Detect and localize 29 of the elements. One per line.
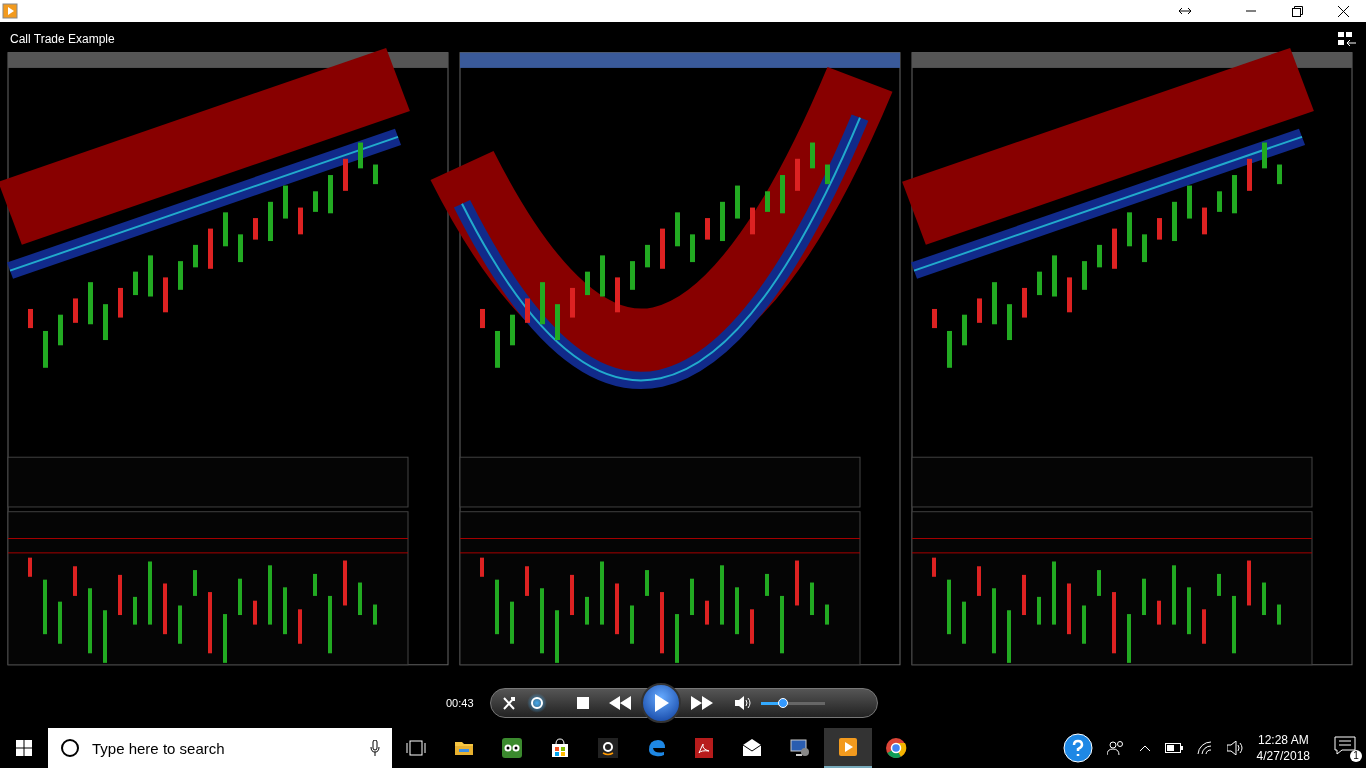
playback-time: 00:43	[446, 697, 475, 709]
notification-count: 1	[1350, 750, 1362, 762]
volume-slider[interactable]	[761, 701, 825, 705]
help-icon[interactable]	[1062, 733, 1093, 763]
repeat-button[interactable]	[527, 693, 547, 713]
search-icon	[60, 738, 80, 758]
microphone-icon[interactable]	[370, 740, 380, 756]
wifi-icon[interactable]	[1196, 741, 1213, 755]
next-button[interactable]	[691, 696, 713, 710]
media-player-icon[interactable]	[824, 728, 872, 768]
clock-time[interactable]: 12:28 AM	[1257, 732, 1309, 748]
taskbar-search-box[interactable]: Type here to search	[48, 728, 392, 768]
people-icon[interactable]	[1106, 740, 1125, 756]
play-icon	[653, 694, 669, 712]
chevron-up-icon[interactable]	[1138, 744, 1151, 752]
resize-icon[interactable]	[1179, 6, 1191, 16]
play-button[interactable]	[641, 683, 681, 723]
close-icon[interactable]	[1337, 5, 1349, 17]
clock-date[interactable]: 4/27/2018	[1256, 748, 1310, 764]
restore-icon[interactable]	[1291, 5, 1303, 17]
volume-button[interactable]	[735, 696, 751, 710]
window-title: Call Trade Example	[10, 32, 115, 46]
battery-icon[interactable]	[1164, 743, 1183, 753]
search-field[interactable]: Type here to search	[90, 738, 360, 758]
windows-start-icon[interactable]	[16, 740, 32, 756]
layout-icon[interactable]	[1338, 32, 1356, 46]
speaker-icon[interactable]	[1226, 741, 1243, 755]
previous-button[interactable]	[609, 696, 631, 710]
shuffle-button[interactable]	[501, 695, 517, 711]
